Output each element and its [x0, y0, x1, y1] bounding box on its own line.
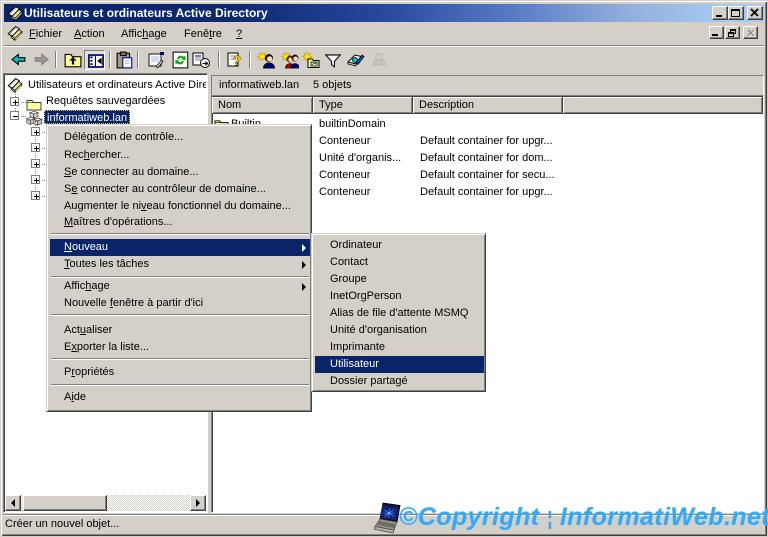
svg-text:?: ?: [233, 53, 241, 68]
